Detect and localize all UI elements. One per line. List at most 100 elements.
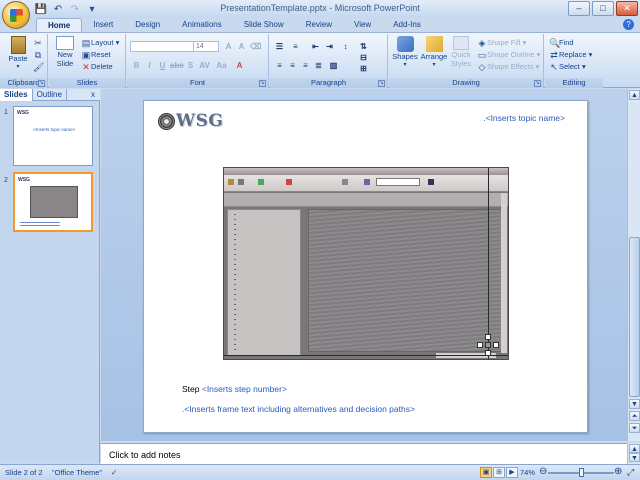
scroll-down-icon[interactable]: ▼ bbox=[629, 399, 640, 409]
font-color-icon[interactable]: A bbox=[234, 60, 245, 71]
text-direction-icon[interactable]: ⇅ bbox=[358, 41, 369, 52]
font-launcher-icon[interactable]: ↘ bbox=[259, 80, 266, 87]
slide-show-view-icon[interactable]: ▶ bbox=[506, 467, 518, 478]
screenshot-toolbar-icon bbox=[258, 179, 264, 185]
cut-icon[interactable]: ✂ bbox=[33, 38, 43, 48]
zoom-in-icon[interactable]: ⊕ bbox=[614, 466, 622, 477]
justify-icon[interactable]: ≣ bbox=[313, 60, 324, 71]
bullets-icon[interactable]: ☰ bbox=[274, 41, 285, 52]
grow-font-icon[interactable]: A bbox=[223, 41, 234, 52]
change-case-icon[interactable]: Aa bbox=[216, 60, 227, 71]
italic-icon[interactable]: I bbox=[144, 60, 155, 71]
shadow-icon[interactable]: S bbox=[185, 60, 196, 71]
shape-fill-button[interactable]: ◈ Shape Fill ▾ bbox=[477, 38, 527, 48]
slides-group-label: Slides bbox=[49, 78, 125, 88]
align-text-icon[interactable]: ⊟ bbox=[358, 52, 369, 63]
slide-thumbnail-2[interactable]: WSG bbox=[13, 172, 93, 232]
paragraph-launcher-icon[interactable]: ↘ bbox=[378, 80, 385, 87]
arrange-button[interactable]: Arrange ▾ bbox=[420, 36, 448, 68]
close-panel-icon[interactable]: x bbox=[91, 90, 95, 99]
tab-review[interactable]: Review bbox=[295, 18, 343, 32]
thumb-topic: .<Inserts topic name> bbox=[32, 127, 76, 132]
columns-icon[interactable]: ▥ bbox=[328, 60, 339, 71]
clipboard-launcher-icon[interactable]: ↘ bbox=[38, 80, 45, 87]
normal-view-icon[interactable]: ▣ bbox=[480, 467, 492, 478]
copy-icon[interactable]: ⧉ bbox=[33, 50, 43, 60]
shapes-label: Shapes bbox=[392, 52, 418, 61]
underline-icon[interactable]: U bbox=[157, 60, 168, 71]
spelling-check-icon[interactable]: ✓ bbox=[111, 468, 117, 477]
scroll-down-icon[interactable]: ▼ bbox=[629, 453, 640, 462]
previous-slide-icon[interactable]: ⏶ bbox=[629, 411, 640, 421]
next-slide-icon[interactable]: ⏷ bbox=[629, 423, 640, 433]
scroll-up-icon[interactable]: ▲ bbox=[629, 90, 640, 100]
close-button[interactable]: ✕ bbox=[616, 1, 638, 16]
smartart-icon[interactable]: ⊞ bbox=[358, 63, 369, 74]
title-bar: 💾 ↶ ↷ ▾ PresentationTemplate.pptx - Micr… bbox=[0, 0, 640, 29]
character-spacing-icon[interactable]: AV bbox=[199, 60, 210, 71]
tab-animations[interactable]: Animations bbox=[171, 18, 233, 32]
slide-sorter-view-icon[interactable]: ⊞ bbox=[493, 467, 505, 478]
align-center-icon[interactable]: ≡ bbox=[287, 60, 298, 71]
paste-button[interactable]: Clipboard Paste ▾ bbox=[5, 36, 31, 70]
increase-indent-icon[interactable]: ⇥ bbox=[324, 41, 335, 52]
shapes-button[interactable]: Shapes ▾ bbox=[392, 36, 418, 68]
align-left-icon[interactable]: ≡ bbox=[274, 60, 285, 71]
office-button[interactable] bbox=[2, 1, 30, 29]
bold-icon[interactable]: B bbox=[131, 60, 142, 71]
layout-button[interactable]: ▤Layout ▾ bbox=[81, 38, 120, 48]
select-button[interactable]: ↖Select ▾ bbox=[549, 62, 586, 72]
zoom-out-icon[interactable]: ⊖ bbox=[539, 466, 547, 477]
tab-slide-show[interactable]: Slide Show bbox=[233, 18, 295, 32]
editing-group-label: Editing bbox=[545, 78, 603, 88]
slide-canvas[interactable]: WSG .<Inserts topic name> Step <Inserts … bbox=[143, 100, 588, 433]
font-size-combo[interactable]: 14 bbox=[193, 41, 219, 52]
replace-icon: ⇄ bbox=[550, 50, 558, 61]
scrollbar-thumb[interactable] bbox=[629, 237, 640, 397]
tab-add-ins[interactable]: Add-Ins bbox=[382, 18, 432, 32]
embedded-screenshot-image[interactable] bbox=[223, 167, 509, 360]
zoom-slider-knob[interactable] bbox=[579, 468, 584, 477]
format-painter-icon[interactable]: 🖌 bbox=[33, 62, 44, 72]
step-line[interactable]: Step <Inserts step number> bbox=[182, 384, 287, 394]
maximize-button[interactable]: □ bbox=[592, 1, 614, 16]
fit-to-window-icon[interactable]: ⤢ bbox=[627, 467, 634, 478]
shape-outline-button[interactable]: ▭Shape Outline ▾ bbox=[477, 50, 541, 60]
new-slide-button[interactable]: New Slide bbox=[53, 36, 77, 68]
tab-design[interactable]: Design bbox=[124, 18, 171, 32]
tab-outline[interactable]: Outline bbox=[33, 89, 67, 101]
notes-placeholder[interactable]: Click to add notes bbox=[109, 450, 181, 460]
screenshot-toolbar-icon bbox=[228, 179, 234, 185]
slide-thumbnail-1[interactable]: WSG .<Inserts topic name> bbox=[13, 106, 93, 166]
scroll-up-icon[interactable]: ▲ bbox=[629, 444, 640, 453]
notes-scrollbar[interactable]: ▲ ▼ bbox=[627, 443, 640, 464]
quick-styles-button[interactable]: Quick Styles bbox=[449, 36, 473, 68]
tab-insert[interactable]: Insert bbox=[82, 18, 124, 32]
shape-effects-button[interactable]: ◇ Shape Effects ▾ bbox=[477, 62, 540, 72]
frame-text-placeholder[interactable]: .<Inserts frame text including alternati… bbox=[182, 404, 415, 414]
replace-button[interactable]: ⇄Replace ▾ bbox=[549, 50, 592, 60]
align-right-icon[interactable]: ≡ bbox=[300, 60, 311, 71]
zoom-level[interactable]: 74% bbox=[520, 468, 535, 477]
tab-home[interactable]: Home bbox=[36, 18, 83, 32]
notes-pane[interactable]: Click to add notes bbox=[101, 443, 627, 464]
vertical-scrollbar[interactable]: ▲ ▼ ⏶ ⏷ bbox=[627, 89, 640, 441]
tab-view[interactable]: View bbox=[343, 18, 382, 32]
clear-formatting-icon[interactable]: ⌫ bbox=[250, 41, 261, 52]
topic-placeholder[interactable]: .<Inserts topic name> bbox=[483, 113, 565, 123]
line-spacing-icon[interactable]: ↕ bbox=[340, 41, 351, 52]
reset-button[interactable]: ▣Reset bbox=[81, 50, 111, 60]
find-button[interactable]: 🔍Find bbox=[549, 38, 574, 48]
screenshot-toolbar-icon bbox=[364, 179, 370, 185]
numbering-icon[interactable]: ≡ bbox=[290, 41, 301, 52]
decrease-indent-icon[interactable]: ⇤ bbox=[310, 41, 321, 52]
shrink-font-icon[interactable]: A bbox=[236, 41, 247, 52]
font-name-combo[interactable] bbox=[130, 41, 194, 52]
minimize-button[interactable]: – bbox=[568, 1, 590, 16]
move-handle-icon bbox=[485, 334, 491, 340]
drawing-launcher-icon[interactable]: ↘ bbox=[534, 80, 541, 87]
help-icon[interactable]: ? bbox=[623, 19, 634, 30]
tab-slides[interactable]: Slides bbox=[0, 89, 33, 101]
delete-button[interactable]: ✕Delete bbox=[81, 62, 112, 72]
strikethrough-icon[interactable]: abc bbox=[170, 60, 184, 71]
